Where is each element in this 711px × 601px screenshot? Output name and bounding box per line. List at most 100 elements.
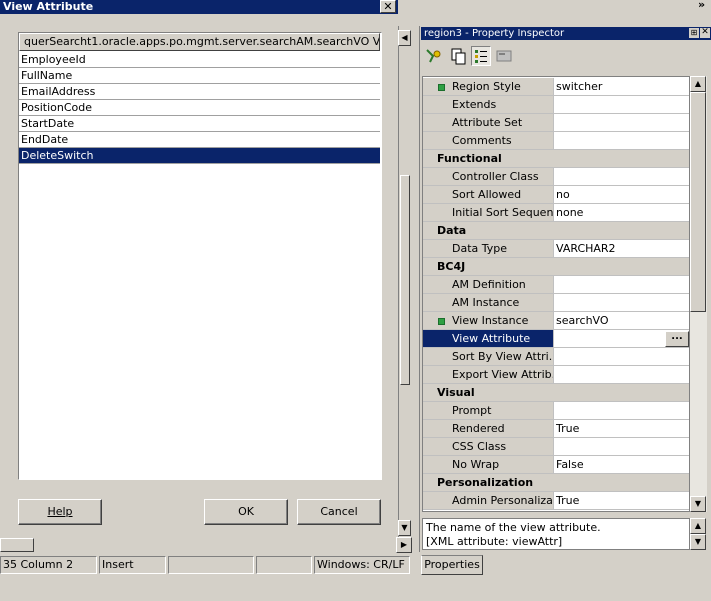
property-value[interactable] [554,96,689,113]
category-row[interactable]: −Personalization [423,474,689,492]
list-item[interactable]: DeleteSwitch [19,148,380,164]
ok-button[interactable]: OK [204,499,288,525]
property-row[interactable]: Attribute Set [423,114,689,132]
property-row[interactable]: Data Type VARCHAR2 [423,240,689,258]
property-value[interactable]: False [554,456,689,473]
ellipsis-button[interactable]: ... [665,331,689,347]
property-name: Attribute Set [423,114,554,131]
category-label: Data [423,222,689,239]
property-value[interactable] [554,294,689,311]
property-value[interactable] [554,132,689,149]
category-row[interactable]: −BC4J [423,258,689,276]
desc-scroll-down-icon[interactable]: ▼ [690,534,706,550]
pin-icon[interactable]: ⊞ [689,28,699,38]
property-row[interactable]: View Attribute... [423,330,689,348]
list-item[interactable]: PositionCode [19,100,380,116]
property-name: View Attribute [423,330,554,347]
property-value[interactable] [554,402,689,419]
attribute-list-header[interactable]: querSearcht1.oracle.apps.po.mgmt.server.… [19,33,380,51]
property-name: Controller Class [423,168,554,185]
list-item[interactable]: EndDate [19,132,380,148]
property-name: Rendered [423,420,554,437]
property-row[interactable]: CSS Class [423,438,689,456]
scroll-right-icon[interactable]: ▶ [396,537,412,553]
property-value[interactable]: VARCHAR2 [554,240,689,257]
property-row[interactable]: Export View Attrib... [423,366,689,384]
list-item[interactable]: EmailAddress [19,84,380,100]
list-item[interactable]: StartDate [19,116,380,132]
property-name: Sort Allowed [423,186,554,203]
category-name: Visual [437,386,475,399]
desc-scroll-up-icon[interactable]: ▲ [690,518,706,534]
property-name: Prompt [423,402,554,419]
property-row[interactable]: Sort Allowed no [423,186,689,204]
help-button[interactable]: Help [18,499,102,525]
category-label: Personalization [423,474,689,491]
property-value[interactable] [554,366,689,383]
property-value[interactable]: none [554,204,689,221]
cancel-button[interactable]: Cancel [297,499,381,525]
property-row[interactable]: Sort By View Attri... [423,348,689,366]
property-name: Admin Personaliza... [423,492,554,509]
scroll-up-icon[interactable]: ▲ [690,76,706,92]
property-row[interactable]: Comments [423,132,689,150]
toggle-icon[interactable] [494,46,514,66]
category-label: BC4J [423,258,689,275]
property-name: Comments [423,132,554,149]
property-name: No Wrap [423,456,554,473]
category-label: Visual [423,384,689,401]
property-value[interactable]: searchVO [554,312,689,329]
property-value[interactable]: True [554,420,689,437]
help-button-label: Help [47,505,73,518]
scroll-down-icon[interactable]: ▼ [398,520,411,536]
editor-vscroll-thumb[interactable] [400,175,410,385]
category-name: Functional [437,152,502,165]
category-row[interactable]: −Data [423,222,689,240]
property-value[interactable]: switcher [554,78,689,95]
categorize-icon[interactable] [471,46,491,66]
property-grid-vscroll-thumb[interactable] [690,92,706,312]
property-row[interactable]: Admin Personaliza... True [423,492,689,510]
property-value[interactable] [554,168,689,185]
property-row[interactable]: Rendered True [423,420,689,438]
close-icon[interactable]: ✕ [700,28,710,38]
overflow-chevron-icon[interactable]: » [698,0,711,12]
property-name: Data Type [423,240,554,257]
close-icon[interactable]: ✕ [380,0,396,13]
property-value[interactable] [554,348,689,365]
property-row[interactable]: Controller Class [423,168,689,186]
list-item[interactable]: FullName [19,68,380,84]
status-mode: Insert [99,556,166,574]
copy-icon[interactable] [448,46,468,66]
property-row[interactable]: Region Style switcher [423,78,689,96]
category-label: Functional [423,150,689,167]
category-name: BC4J [437,260,466,273]
property-row[interactable]: View Instance searchVO [423,312,689,330]
property-row[interactable]: No Wrap False [423,456,689,474]
property-row[interactable]: Initial Sort Sequencenone [423,204,689,222]
category-row[interactable]: −Visual [423,384,689,402]
scroll-down-icon[interactable]: ▼ [690,496,706,512]
property-value[interactable] [554,114,689,131]
find-icon[interactable] [424,46,444,66]
property-row[interactable]: Prompt [423,402,689,420]
category-name: Personalization [437,476,534,489]
property-inspector-title: region3 - Property Inspector [421,27,711,40]
property-value[interactable]: True [554,492,689,509]
property-row[interactable]: AM Instance [423,294,689,312]
status-empty-1 [168,556,254,574]
tab-properties[interactable]: Properties [421,555,483,575]
category-row[interactable]: −Functional [423,150,689,168]
property-name: CSS Class [423,438,554,455]
property-grid: Region Style switcher Extends Attribute Set… [422,76,690,512]
property-row[interactable]: AM Definition [423,276,689,294]
property-row[interactable]: Extends [423,96,689,114]
editor-hscroll-thumb[interactable] [0,538,34,552]
property-value[interactable] [554,438,689,455]
property-value[interactable]: no [554,186,689,203]
editor-hscroll[interactable] [0,537,410,553]
property-value[interactable] [554,276,689,293]
modified-marker-icon [438,84,445,91]
list-item[interactable]: EmployeeId [19,52,380,68]
scroll-left-icon[interactable]: ◀ [398,30,411,46]
